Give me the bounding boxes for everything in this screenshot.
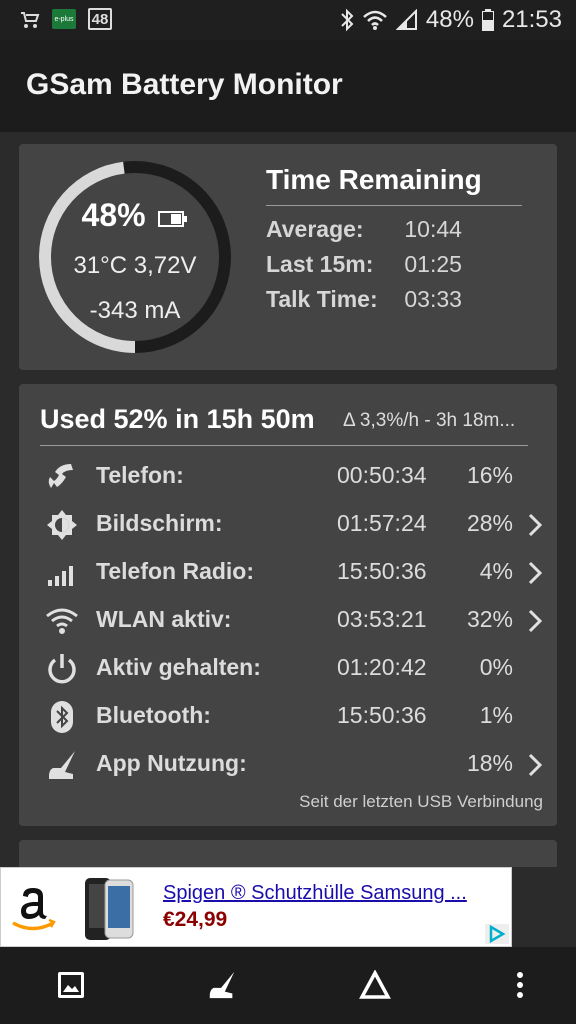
row-label: Telefon Radio:	[96, 558, 255, 584]
row-label: Bluetooth:	[96, 702, 211, 728]
image-button[interactable]	[53, 967, 89, 1003]
battery-gauge: 48% 31°C 3,72V -343 mA	[37, 159, 233, 355]
row-percent: 18%	[466, 750, 513, 776]
battery-card[interactable]: 48% 31°C 3,72V -343 mA Time Remaining Av…	[19, 144, 557, 370]
status-bar: e-plus 48 48% 21:53	[0, 0, 576, 40]
more-vert-icon	[517, 972, 523, 998]
row-time: 15:50:36	[337, 558, 427, 584]
gauge-percent: 48%	[81, 197, 146, 233]
app-usage-button[interactable]	[204, 967, 240, 1003]
temp-voltage: 31°C 3,72V	[73, 252, 197, 279]
battery-small-icon	[158, 199, 188, 236]
app-bar: GSam Battery Monitor	[0, 40, 576, 132]
wifi-icon	[362, 9, 388, 31]
ad-banner[interactable]: Spigen ® Schutzhülle Samsung ... €24,99	[0, 867, 512, 947]
usage-footer-note: Seit der letzten USB Verbindung	[299, 792, 543, 811]
row-time: 01:57:24	[337, 510, 427, 536]
time-remaining-average: Average: 10:44	[266, 216, 462, 243]
bottom-bar	[0, 947, 576, 1024]
delta-icon	[359, 970, 391, 999]
chevron-right-icon[interactable]	[527, 560, 543, 586]
chevron-right-icon[interactable]	[527, 608, 543, 634]
delta-button[interactable]	[357, 967, 393, 1003]
usage-row-app-nutzung[interactable]: App Nutzung: 18%	[19, 744, 557, 792]
usage-card[interactable]: Used 52% in 15h 50m Δ 3,3%/h - 3h 18m...…	[19, 384, 557, 826]
row-time: 00:50:34	[337, 462, 427, 488]
tr-label: Talk Time:	[266, 286, 378, 312]
sim-48-icon: 48	[88, 8, 112, 30]
stroller-icon	[18, 8, 40, 30]
phone-icon	[48, 464, 73, 488]
row-label: Bildschirm:	[96, 510, 223, 536]
tr-value: 03:33	[404, 286, 462, 312]
tr-value: 10:44	[404, 216, 462, 242]
adchoices-icon[interactable]	[485, 924, 509, 944]
usage-row-bluetooth[interactable]: Bluetooth: 15:50:36 1%	[19, 696, 557, 744]
tr-label: Average:	[266, 216, 364, 242]
signal-bars-icon	[48, 566, 73, 586]
gauge-percent-row: 48%	[37, 197, 233, 236]
row-time: 01:20:42	[337, 654, 427, 680]
divider	[266, 205, 522, 206]
usage-row-telefon[interactable]: Telefon: 00:50:34 16%	[19, 456, 557, 504]
status-right: 48% 21:53	[340, 6, 562, 34]
used-title: Used 52% in 15h 50m	[40, 404, 315, 434]
next-card[interactable]	[19, 840, 557, 868]
usage-row-bildschirm[interactable]: Bildschirm: 01:57:24 28%	[19, 504, 557, 552]
chevron-right-icon[interactable]	[527, 752, 543, 778]
usage-row-wlan[interactable]: WLAN aktiv: 03:53:21 32%	[19, 600, 557, 648]
product-image	[85, 878, 134, 940]
used-rate: Δ 3,3%/h - 3h 18m...	[343, 410, 516, 431]
battery-percent-text: 48%	[425, 6, 474, 33]
row-percent: 16%	[466, 462, 513, 488]
amazon-logo-icon	[12, 888, 56, 931]
row-label: App Nutzung:	[96, 750, 247, 776]
status-left-icons: e-plus 48	[18, 8, 112, 30]
brightness-icon	[47, 510, 77, 540]
overflow-menu-button[interactable]	[502, 967, 538, 1003]
ad-price: €24,99	[163, 908, 228, 931]
divider	[40, 445, 528, 446]
row-label: WLAN aktiv:	[96, 606, 232, 632]
signal-icon	[395, 9, 418, 31]
usage-row-aktiv-gehalten[interactable]: Aktiv gehalten: 01:20:42 0%	[19, 648, 557, 696]
app-title: GSam Battery Monitor	[26, 68, 343, 101]
tr-label: Last 15m:	[266, 251, 374, 277]
clock: 21:53	[501, 6, 562, 33]
app-usage-icon	[49, 751, 75, 779]
row-label: Aktiv gehalten:	[96, 654, 261, 680]
row-percent: 0%	[479, 654, 513, 680]
eplus-icon: e-plus	[52, 9, 76, 29]
bluetooth-icon	[51, 701, 73, 733]
row-percent: 28%	[466, 510, 513, 536]
usage-row-telefon-radio[interactable]: Telefon Radio: 15:50:36 4%	[19, 552, 557, 600]
chevron-right-icon[interactable]	[527, 512, 543, 538]
row-time: 15:50:36	[337, 702, 427, 728]
time-remaining-title: Time Remaining	[266, 164, 482, 195]
battery-icon	[481, 9, 494, 31]
power-icon	[48, 654, 76, 684]
image-icon	[58, 972, 84, 998]
app-usage-icon	[209, 971, 235, 999]
bluetooth-icon	[340, 8, 354, 32]
ad-title-link[interactable]: Spigen ® Schutzhülle Samsung ...	[163, 882, 467, 905]
time-remaining-last15m: Last 15m: 01:25	[266, 251, 462, 278]
row-time: 03:53:21	[337, 606, 427, 632]
row-percent: 32%	[466, 606, 513, 632]
current-draw: -343 mA	[89, 297, 181, 324]
time-remaining-talktime: Talk Time: 03:33	[266, 286, 462, 313]
wifi-icon	[46, 608, 78, 634]
row-percent: 4%	[479, 558, 513, 584]
ad-side-gap	[512, 867, 576, 947]
main-content[interactable]: 48% 31°C 3,72V -343 mA Time Remaining Av…	[0, 132, 576, 868]
row-percent: 1%	[479, 702, 513, 728]
row-label: Telefon:	[96, 462, 184, 488]
tr-value: 01:25	[404, 251, 462, 277]
